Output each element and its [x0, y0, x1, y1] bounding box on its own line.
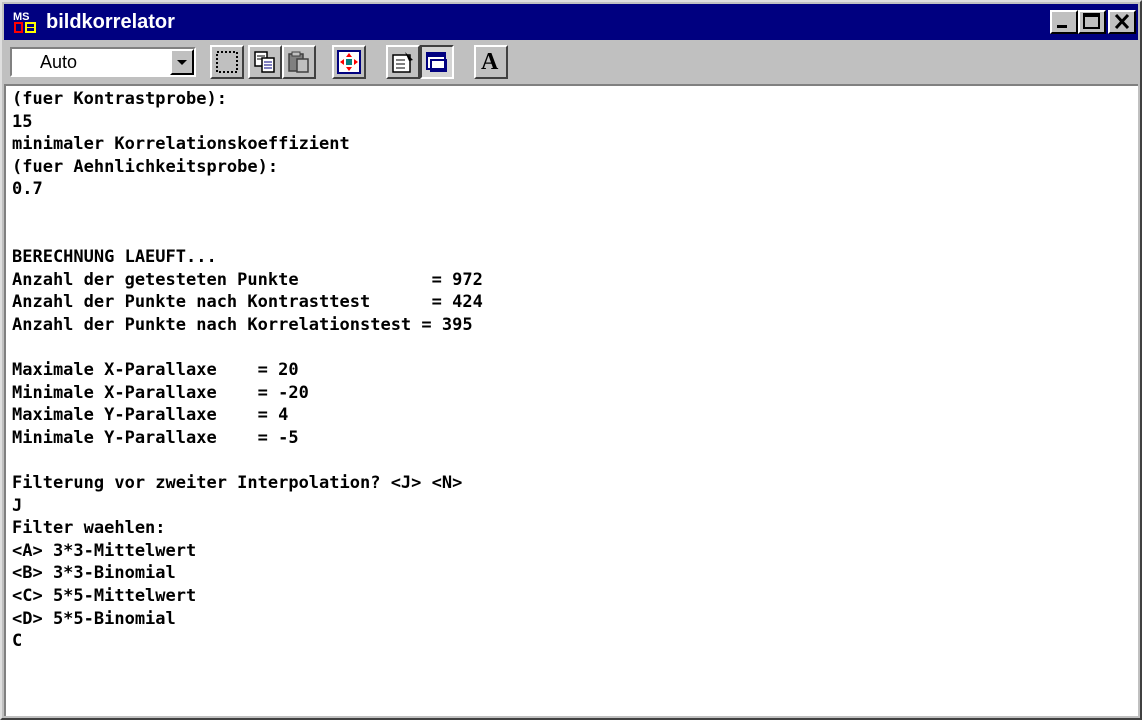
console-line: <A> 3*3-Mittelwert [12, 540, 197, 561]
console-output[interactable]: (fuer Kontrastprobe): 15 minimaler Korre… [4, 84, 1138, 716]
console-line: Anzahl der Punkte nach Kontrasttest = 42… [12, 292, 483, 313]
font-size-select-value: Auto [40, 52, 78, 72]
console-line: <B> 3*3-Binomial [12, 563, 176, 584]
console-line: BERECHNUNG LAEUFT... [12, 247, 217, 268]
maximize-button[interactable] [1078, 10, 1106, 34]
mark-icon [216, 51, 238, 73]
console-lines: (fuer Kontrastprobe): 15 minimaler Korre… [12, 88, 483, 653]
properties-button[interactable] [386, 45, 420, 79]
maximize-icon [1083, 13, 1100, 29]
font-button[interactable]: A [474, 45, 508, 79]
copy-icon [254, 51, 275, 73]
console-line: <D> 5*5-Binomial [12, 608, 176, 629]
background-button[interactable] [420, 45, 454, 79]
font-size-select[interactable]: Auto [10, 47, 196, 77]
close-button[interactable] [1108, 10, 1136, 34]
paste-button[interactable] [282, 45, 316, 79]
console-line: minimaler Korrelationskoeffizient [12, 134, 350, 155]
console-line: Maximale Y-Parallaxe = 4 [12, 405, 289, 426]
console-line: Minimale Y-Parallaxe = -5 [12, 427, 299, 448]
window-title: bildkorrelator [46, 11, 175, 33]
fullscreen-icon [337, 50, 361, 74]
console-line: Anzahl der getesteten Punkte = 972 [12, 269, 483, 290]
dropdown-arrow-button[interactable] [170, 49, 194, 75]
svg-text:MS: MS [13, 11, 30, 23]
title-bar[interactable]: MS bildkorrelator [4, 4, 1138, 40]
console-line: Anzahl der Punkte nach Korrelationstest … [12, 314, 473, 335]
minimize-icon [1057, 25, 1067, 28]
ms-dos-icon[interactable]: MS [12, 9, 38, 35]
fullscreen-button[interactable] [332, 45, 366, 79]
console-window: MS bildkorrelator Auto A (fuer Kontrastp… [0, 0, 1142, 720]
properties-icon [392, 52, 413, 73]
console-line: Filter waehlen: [12, 518, 166, 539]
mark-button[interactable] [210, 45, 244, 79]
console-line: Filterung vor zweiter Interpolation? <J>… [12, 473, 463, 494]
console-line: (fuer Aehnlichkeitsprobe): [12, 156, 279, 177]
toolbar: Auto A [4, 42, 1138, 82]
font-icon: A [481, 49, 499, 75]
console-line: J [12, 495, 23, 516]
minimize-button[interactable] [1050, 10, 1078, 34]
console-line: Maximale X-Parallaxe = 20 [12, 360, 299, 381]
chevron-down-icon [177, 60, 187, 65]
copy-button[interactable] [248, 45, 282, 79]
console-line: (fuer Kontrastprobe): [12, 89, 227, 109]
background-icon [426, 52, 447, 72]
console-line: Minimale X-Parallaxe = -20 [12, 382, 309, 403]
console-line: 15 [12, 111, 33, 132]
close-icon [1114, 13, 1130, 30]
console-line: C [12, 631, 23, 652]
paste-icon [288, 51, 309, 73]
console-line: 0.7 [12, 179, 43, 200]
console-line: <C> 5*5-Mittelwert [12, 586, 197, 607]
